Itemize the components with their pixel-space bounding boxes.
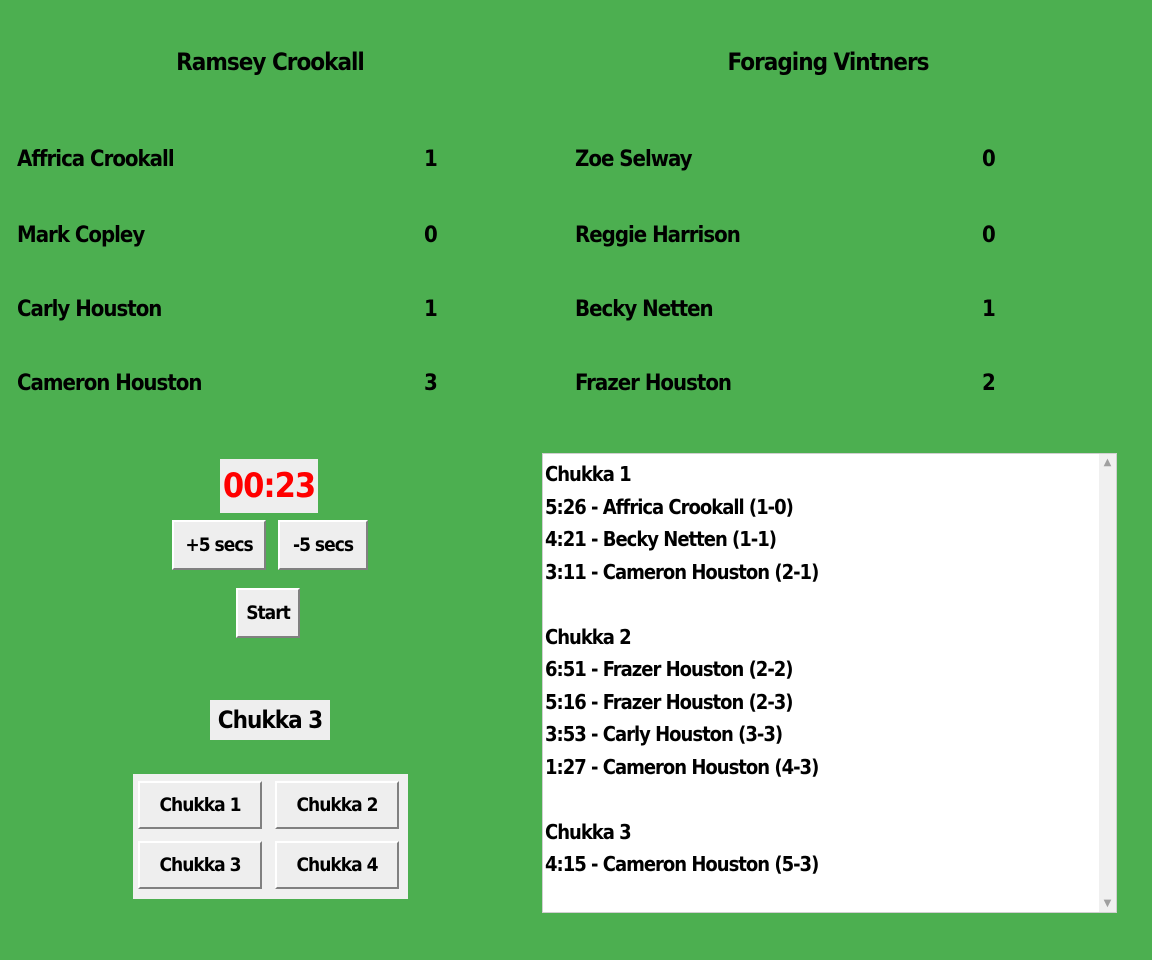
team-b-player-row: Frazer Houston 2 [575,369,1005,399]
player-score: 1 [424,297,438,322]
player-name: Cameron Houston [17,371,202,396]
player-name: Carly Houston [17,297,162,322]
team-b-player-row: Becky Netten 1 [575,295,1005,325]
team-a-player-row: Mark Copley 0 [17,221,438,251]
log-line: Chukka 1 [545,462,632,486]
log-line: 3:11 - Cameron Houston (2-1) [545,559,819,584]
chukka-selector-panel: Chukka 1 Chukka 2 Chukka 3 Chukka 4 [133,774,408,899]
log-line: Chukka 3 [545,819,632,844]
log-scrollbar[interactable]: ▲ ▼ [1099,454,1116,912]
log-line: 4:15 - Cameron Houston (5-3) [545,852,819,876]
player-score: 0 [982,223,996,248]
chukka-1-button[interactable]: Chukka 1 [138,781,262,829]
chukka-3-button[interactable]: Chukka 3 [138,841,262,889]
player-name: Zoe Selway [575,147,693,172]
team-a-player-row: Carly Houston 1 [17,295,438,325]
add-5-seconds-button[interactable]: +5 secs [172,520,266,570]
player-name: Reggie Harrison [575,223,741,248]
team-a-player-row: Affrica Crookall 1 [17,145,438,175]
team-a-player-row: Cameron Houston 3 [17,369,438,399]
team-b-name: Foraging Vintners [727,48,930,76]
log-line: 6:51 - Frazer Houston (2-2) [545,657,794,681]
team-a-name: Ramsey Crookall [176,48,365,76]
log-line: 5:26 - Affrica Crookall (1-0) [545,494,794,519]
player-score: 2 [982,371,996,396]
player-score: 1 [424,147,438,172]
log-line: 4:21 - Becky Netten (1-1) [545,527,777,551]
chukka-2-button[interactable]: Chukka 2 [275,781,399,829]
player-score: 3 [424,371,438,396]
player-score: 0 [982,147,996,172]
goal-log-content: Chukka 1 5:26 - Affrica Crookall (1-0) 4… [545,458,1095,881]
timer-display: 00:23 [220,459,318,513]
player-name: Becky Netten [575,297,714,322]
player-name: Frazer Houston [575,371,732,396]
scroll-up-icon[interactable]: ▲ [1099,454,1116,471]
player-score: 0 [424,223,438,248]
scroll-down-icon[interactable]: ▼ [1099,895,1116,912]
team-b-player-row: Reggie Harrison 0 [575,221,1005,251]
log-line: 1:27 - Cameron Houston (4-3) [545,754,819,779]
chukka-4-button[interactable]: Chukka 4 [275,841,399,889]
player-name: Affrica Crookall [17,147,175,172]
player-score: 1 [982,297,996,322]
log-line: 5:16 - Frazer Houston (2-3) [545,689,794,714]
subtract-5-seconds-button[interactable]: -5 secs [278,520,368,570]
player-name: Mark Copley [17,223,145,248]
current-chukka-label: Chukka 3 [210,700,330,740]
goal-log[interactable]: Chukka 1 5:26 - Affrica Crookall (1-0) 4… [542,453,1117,913]
log-line: Chukka 2 [545,624,632,649]
log-line: 3:53 - Carly Houston (3-3) [545,722,783,746]
start-button[interactable]: Start [236,588,300,638]
team-b-player-row: Zoe Selway 0 [575,145,1005,175]
